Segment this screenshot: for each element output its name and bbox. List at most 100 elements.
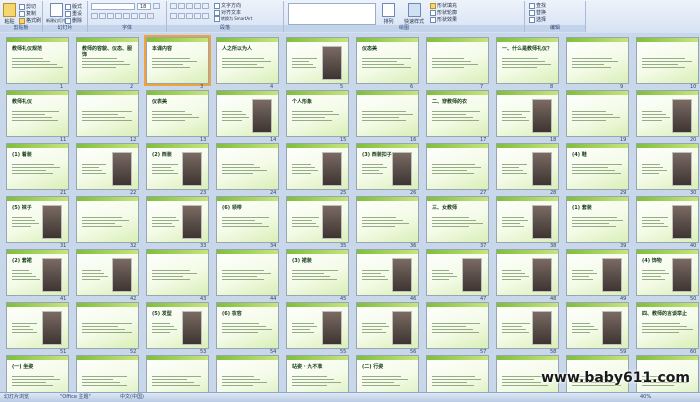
slide-thumbnail[interactable] (426, 143, 489, 190)
italic-icon[interactable] (99, 13, 106, 19)
quick-styles-button[interactable]: 快速样式 (404, 3, 424, 25)
slide-thumbnail[interactable] (356, 196, 419, 243)
slide-thumbnail[interactable] (496, 302, 559, 349)
slide-thumbnail[interactable] (566, 37, 629, 84)
slide-thumbnail[interactable]: 仪表美 (146, 90, 209, 137)
find-button[interactable]: 查找 (529, 2, 546, 9)
slide-thumbnail[interactable] (566, 249, 629, 296)
slide-thumbnail[interactable] (216, 355, 279, 392)
slide-thumbnail[interactable]: (5) 袜子 (6, 196, 69, 243)
slide-thumbnail[interactable] (76, 249, 139, 296)
slide-thumbnail[interactable]: (一) 坐姿 (6, 355, 69, 392)
slide-thumbnail[interactable]: 教师礼仪规范 (6, 37, 69, 84)
decrease-indent-icon[interactable] (186, 3, 193, 9)
columns-icon[interactable] (202, 13, 209, 19)
font-name-box[interactable] (91, 3, 135, 10)
shape-outline-button[interactable]: 形状轮廓 (430, 9, 457, 16)
slide-thumbnail[interactable]: 教师的容貌、仪态、服饰 (76, 37, 139, 84)
replace-button[interactable]: 替换 (529, 9, 546, 16)
slide-thumbnail[interactable] (496, 90, 559, 137)
slide-thumbnail[interactable] (216, 249, 279, 296)
delete-button[interactable]: 删除 (65, 17, 82, 24)
arrange-button[interactable]: 排列 (382, 3, 395, 25)
slide-thumbnail[interactable]: 教师礼仪 (6, 90, 69, 137)
slide-thumbnail[interactable] (76, 196, 139, 243)
slide-thumbnail[interactable]: 个人形象 (286, 90, 349, 137)
bullets-icon[interactable] (170, 3, 177, 9)
slide-thumbnail[interactable]: (4) 饰物 (636, 249, 699, 296)
slide-thumbnail[interactable]: (1) 套装 (566, 196, 629, 243)
align-center-icon[interactable] (178, 13, 185, 19)
slide-thumbnail[interactable]: 仪态美 (356, 37, 419, 84)
reset-button[interactable]: 重设 (65, 10, 82, 17)
slide-thumbnail[interactable]: (1) 着装 (6, 143, 69, 190)
slide-thumbnail[interactable]: 四、教师的言谈举止 (636, 302, 699, 349)
slide-thumbnail[interactable]: (二) 行姿 (356, 355, 419, 392)
justify-icon[interactable] (194, 13, 201, 19)
slide-thumbnail[interactable] (496, 249, 559, 296)
slide-thumbnail[interactable]: 站姿 · 九不准 (286, 355, 349, 392)
grow-font-icon[interactable] (153, 3, 160, 9)
slide-thumbnail[interactable] (566, 90, 629, 137)
shape-effects-button[interactable]: 形状效果 (430, 16, 457, 23)
spacing-icon[interactable] (131, 13, 138, 19)
slide-thumbnail[interactable]: 三、女教师 (426, 196, 489, 243)
select-button[interactable]: 选择 (529, 16, 546, 23)
slide-thumbnail[interactable] (636, 196, 699, 243)
slide-thumbnail[interactable] (636, 37, 699, 84)
case-icon[interactable] (139, 13, 146, 19)
bold-icon[interactable] (91, 13, 98, 19)
slide-thumbnail[interactable] (286, 37, 349, 84)
slide-thumbnail[interactable]: (6) 妆容 (216, 302, 279, 349)
slide-thumbnail[interactable] (216, 90, 279, 137)
new-slide-button[interactable]: 新建幻灯片 (46, 3, 66, 24)
slide-thumbnail[interactable] (146, 249, 209, 296)
slide-thumbnail[interactable]: 二、穿教师的衣 (426, 90, 489, 137)
slide-thumbnail[interactable] (636, 143, 699, 190)
numbering-icon[interactable] (178, 3, 185, 9)
slide-thumbnail[interactable] (6, 302, 69, 349)
slide-thumbnail[interactable] (76, 302, 139, 349)
slide-thumbnail[interactable]: 本课内容 (144, 35, 211, 86)
slide-thumbnail[interactable] (76, 90, 139, 137)
slide-thumbnail[interactable]: (5) 发型 (146, 302, 209, 349)
slide-thumbnail[interactable] (286, 196, 349, 243)
increase-indent-icon[interactable] (194, 3, 201, 9)
cut-button[interactable]: 剪切 (19, 3, 36, 10)
align-text-button[interactable]: 对齐文本 (214, 9, 241, 16)
slide-thumbnail[interactable] (286, 143, 349, 190)
font-color-icon[interactable] (147, 13, 154, 19)
underline-icon[interactable] (107, 13, 114, 19)
slide-thumbnail[interactable] (426, 37, 489, 84)
slide-thumbnail[interactable] (76, 143, 139, 190)
slide-thumbnail[interactable] (146, 355, 209, 392)
slide-thumbnail[interactable] (356, 90, 419, 137)
slide-thumbnail[interactable] (426, 355, 489, 392)
font-size-box[interactable]: 18 (137, 3, 151, 10)
copy-button[interactable]: 复制 (19, 10, 36, 17)
slide-thumbnail[interactable]: 一、什么是教师礼仪？ (496, 37, 559, 84)
slide-thumbnail[interactable] (566, 302, 629, 349)
slide-thumbnail[interactable] (496, 143, 559, 190)
shadow-icon[interactable] (123, 13, 130, 19)
format-painter-button[interactable]: 格式刷 (19, 17, 41, 24)
shapes-gallery[interactable] (288, 3, 376, 25)
slide-thumbnail[interactable]: (2) 西装 (146, 143, 209, 190)
slide-thumbnail[interactable]: (3) 西装扣子 (356, 143, 419, 190)
slide-thumbnail[interactable]: (6) 领带 (216, 196, 279, 243)
slide-thumbnail[interactable]: 人之所以为人 (216, 37, 279, 84)
slide-thumbnail[interactable] (356, 302, 419, 349)
slide-thumbnail[interactable] (636, 90, 699, 137)
slide-thumbnail[interactable] (216, 143, 279, 190)
slide-thumbnail[interactable]: (4) 鞋 (566, 143, 629, 190)
slide-thumbnail[interactable] (356, 249, 419, 296)
slide-thumbnail[interactable]: (3) 裙装 (286, 249, 349, 296)
text-direction-button[interactable]: 文字方向 (214, 2, 241, 9)
layout-button[interactable]: 版式 (65, 3, 82, 10)
slide-thumbnail[interactable] (146, 196, 209, 243)
slide-thumbnail[interactable]: (2) 套裙 (6, 249, 69, 296)
align-right-icon[interactable] (186, 13, 193, 19)
shape-fill-button[interactable]: 形状填充 (430, 2, 457, 9)
strikethrough-icon[interactable] (115, 13, 122, 19)
slide-thumbnail[interactable] (286, 302, 349, 349)
